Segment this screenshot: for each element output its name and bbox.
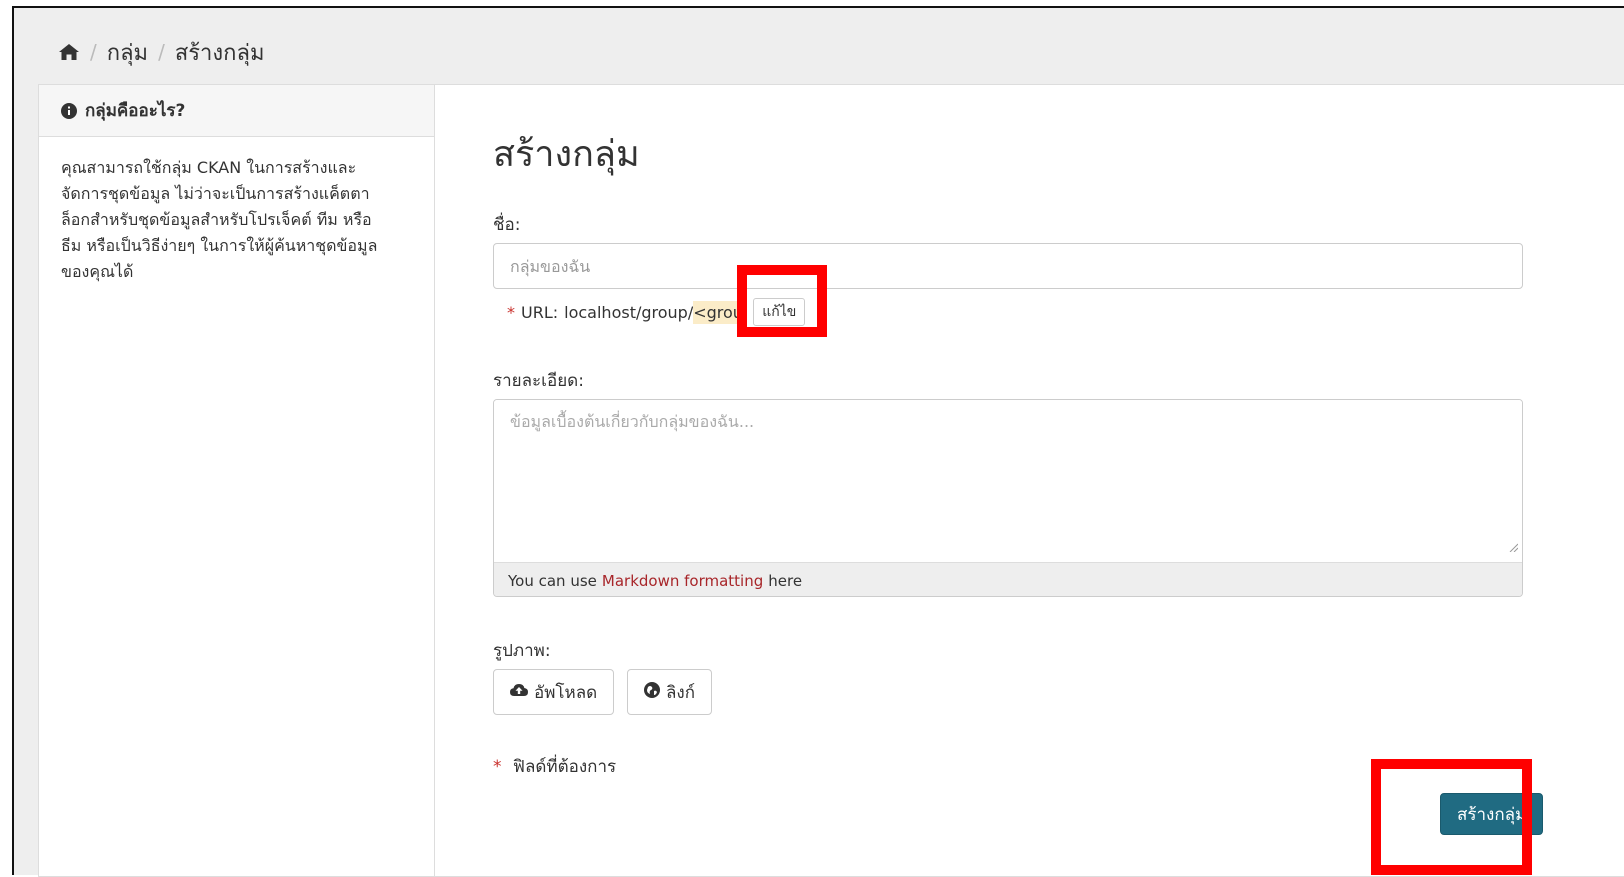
description-label: รายละเอียด: <box>493 371 584 391</box>
name-label: ชื่อ: <box>493 215 521 235</box>
sidebar-title: กลุ่มคืออะไร? <box>85 101 186 121</box>
url-label: URL: <box>521 302 559 322</box>
markdown-hint: You can use Markdown formatting here <box>494 562 1522 596</box>
main-form: สร้างกลุ่ม ชื่อ: * URL: localhost/group/… <box>435 85 1624 876</box>
required-mark: * <box>507 302 515 322</box>
markdown-link[interactable]: Markdown formatting <box>602 572 763 590</box>
sidebar: กลุ่มคืออะไร? คุณสามารถใช้กลุ่ม CKAN ในก… <box>39 85 435 876</box>
breadcrumb-separator: / <box>90 40 97 64</box>
home-icon[interactable] <box>58 43 80 61</box>
image-label: รูปภาพ: <box>493 641 551 661</box>
breadcrumb-item-groups[interactable]: กลุ่ม <box>107 35 148 70</box>
description-textarea[interactable] <box>494 400 1522 562</box>
description-box: You can use Markdown formatting here <box>493 399 1523 597</box>
link-label: ลิงก์ <box>666 682 696 703</box>
markdown-hint-suffix: here <box>768 571 803 590</box>
markdown-hint-prefix: You can use <box>508 571 597 590</box>
required-mark: * <box>493 757 502 777</box>
upload-label: อัพโหลด <box>534 682 598 703</box>
url-prefix: localhost/group/ <box>564 302 694 322</box>
sidebar-description: คุณสามารถใช้กลุ่ม CKAN ในการสร้างและจัดก… <box>61 158 378 281</box>
page-title: สร้างกลุ่ม <box>493 134 640 175</box>
link-button[interactable]: ลิงก์ <box>627 669 713 715</box>
highlight-create-group <box>1371 759 1532 875</box>
resize-grip-icon[interactable] <box>1508 537 1519 556</box>
breadcrumb-separator: / <box>158 40 165 64</box>
sidebar-header: กลุ่มคืออะไร? <box>39 85 434 137</box>
cloud-upload-icon <box>510 682 528 702</box>
breadcrumb: / กลุ่ม / สร้างกลุ่ม <box>58 36 264 68</box>
required-fields-note: * ฟิลด์ที่ต้องการ <box>493 753 616 780</box>
name-input[interactable] <box>493 243 1523 289</box>
breadcrumb-item-create-group[interactable]: สร้างกลุ่ม <box>175 35 265 70</box>
app-frame: / กลุ่ม / สร้างกลุ่ม กลุ่มคืออะไร? คุณสา… <box>12 6 1624 877</box>
upload-button[interactable]: อัพโหลด <box>493 669 615 715</box>
info-circle-icon <box>61 102 77 119</box>
globe-icon <box>644 681 660 703</box>
highlight-edit-url <box>737 265 827 337</box>
required-note-text: ฟิลด์ที่ต้องการ <box>512 757 617 777</box>
